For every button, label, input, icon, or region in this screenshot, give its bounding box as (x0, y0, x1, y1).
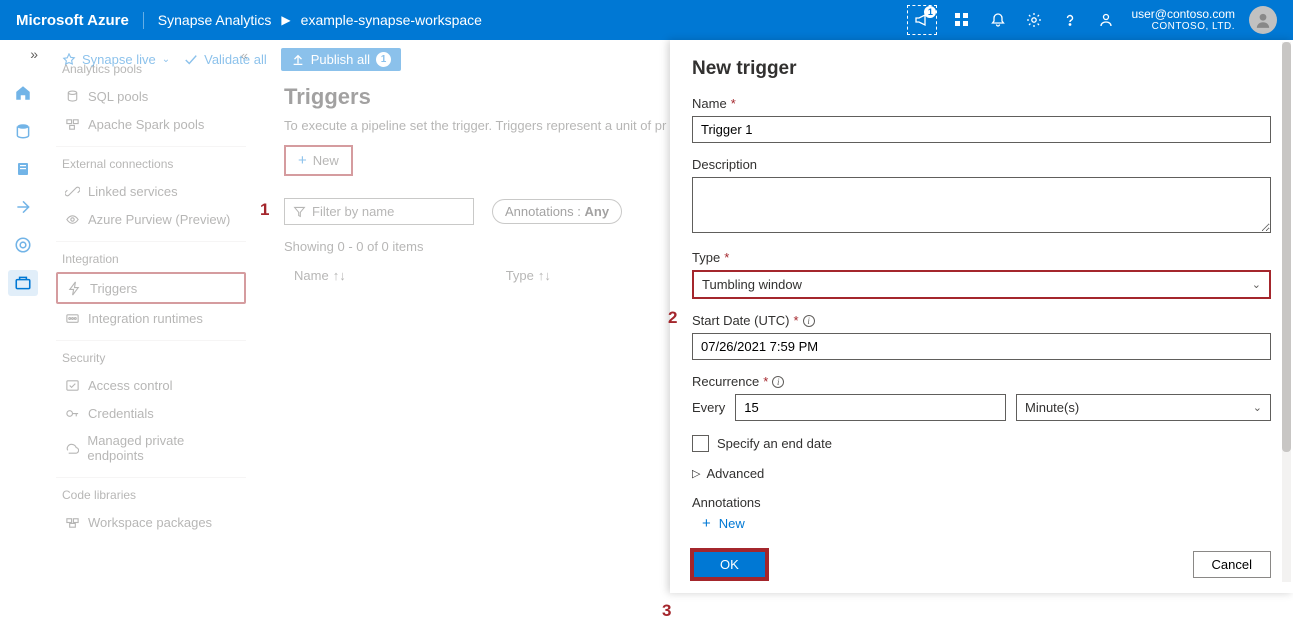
filter-icon (293, 205, 306, 218)
info-icon[interactable]: i (772, 376, 784, 388)
ok-button[interactable]: OK (692, 550, 767, 579)
new-trigger-panel: New trigger Name * Description Type * Tu… (670, 40, 1293, 593)
triggers-icon (66, 280, 82, 296)
col-type[interactable]: Type↑↓ (506, 268, 551, 283)
feedback-icon[interactable] (1095, 9, 1117, 31)
header-actions: 1 user@contoso.com CONTOSO, LTD. (907, 5, 1277, 35)
panel-title: New trigger (692, 58, 1271, 80)
panel-scrollbar[interactable] (1282, 42, 1291, 582)
nav-panel: « Analytics pools SQL pools Apache Spark… (46, 40, 256, 593)
top-header: Microsoft Azure Synapse Analytics ▶ exam… (0, 0, 1293, 40)
annotations-label: Annotations (692, 495, 761, 510)
nav-group-external: External connections (62, 157, 246, 171)
workspace-packages-icon (64, 514, 80, 530)
chevron-right-icon: ▷ (692, 467, 700, 480)
type-label: Type (692, 250, 720, 265)
end-date-checkbox-row[interactable]: Specify an end date (692, 435, 1271, 452)
chevron-down-icon: ⌄ (1253, 401, 1262, 414)
nav-purview[interactable]: Azure Purview (Preview) (56, 205, 246, 233)
rail-develop-icon[interactable] (8, 156, 38, 182)
workspace: 1 2 3 Synapse live ⌄ Validate all Publis… (0, 40, 1293, 593)
checkbox-icon[interactable] (692, 435, 709, 452)
credentials-icon (64, 405, 80, 421)
filter-by-name-input[interactable]: Filter by name (284, 198, 474, 225)
nav-linked-services[interactable]: Linked services (56, 177, 246, 205)
annotations-filter[interactable]: Annotations : Any (492, 199, 622, 224)
plus-icon: + (298, 152, 307, 169)
chevron-down-icon: ⌄ (1252, 278, 1261, 291)
nav-group-analytics: Analytics pools (62, 62, 246, 76)
nav-group-security: Security (62, 351, 246, 365)
linked-services-icon (64, 183, 80, 199)
callout-1: 1 (260, 200, 269, 220)
nav-group-integration: Integration (62, 252, 246, 266)
private-endpoints-icon (64, 440, 79, 456)
description-label: Description (692, 157, 757, 172)
sort-icon: ↑↓ (333, 268, 346, 283)
announce-button[interactable]: 1 (907, 5, 937, 35)
nav-group-code: Code libraries (62, 488, 246, 502)
callout-2: 2 (668, 308, 677, 328)
nav-triggers[interactable]: Triggers (56, 272, 246, 304)
breadcrumb: Synapse Analytics ▶ example-synapse-work… (158, 12, 482, 28)
plus-icon: + (702, 515, 711, 532)
rail-monitor-icon[interactable] (8, 232, 38, 258)
sort-icon: ↑↓ (538, 268, 551, 283)
help-icon[interactable] (1059, 9, 1081, 31)
every-input[interactable] (735, 394, 1006, 421)
bell-icon[interactable] (987, 9, 1009, 31)
rail-integrate-icon[interactable] (8, 194, 38, 220)
nav-workspace-packages[interactable]: Workspace packages (56, 508, 246, 536)
brand-title[interactable]: Microsoft Azure (16, 12, 144, 29)
crumb-workspace[interactable]: example-synapse-workspace (301, 12, 482, 28)
user-info[interactable]: user@contoso.com CONTOSO, LTD. (1131, 8, 1235, 32)
grid-icon[interactable] (951, 9, 973, 31)
name-label: Name (692, 96, 727, 111)
nav-spark-pools[interactable]: Apache Spark pools (56, 110, 246, 138)
user-org: CONTOSO, LTD. (1131, 21, 1235, 32)
every-label: Every (692, 400, 725, 415)
name-input[interactable] (692, 116, 1271, 143)
spark-pools-icon (64, 116, 80, 132)
rail-data-icon[interactable] (8, 118, 38, 144)
avatar[interactable] (1249, 6, 1277, 34)
info-icon[interactable]: i (803, 315, 815, 327)
notif-badge: 1 (924, 6, 936, 18)
callout-3: 3 (662, 601, 671, 621)
purview-icon (64, 211, 80, 227)
nav-private-endpoints[interactable]: Managed private endpoints (56, 427, 246, 469)
unit-select[interactable]: Minute(s) ⌄ (1016, 394, 1271, 421)
access-control-icon (64, 377, 80, 393)
user-email: user@contoso.com (1131, 8, 1235, 21)
rail-manage-icon[interactable] (8, 270, 38, 296)
rail-home-icon[interactable] (8, 80, 38, 106)
cancel-button[interactable]: Cancel (1193, 551, 1271, 578)
chevron-right-icon: ▶ (281, 13, 290, 27)
nav-credentials[interactable]: Credentials (56, 399, 246, 427)
col-name[interactable]: Name↑↓ (294, 268, 346, 283)
start-date-input[interactable] (692, 333, 1271, 360)
sql-pools-icon (64, 88, 80, 104)
start-date-label: Start Date (UTC) (692, 313, 790, 328)
integration-runtimes-icon (64, 310, 80, 326)
recurrence-label: Recurrence (692, 374, 759, 389)
nav-collapse-icon[interactable]: « (241, 48, 248, 63)
megaphone-icon: 1 (911, 9, 933, 31)
nav-access-control[interactable]: Access control (56, 371, 246, 399)
new-trigger-button[interactable]: + New (284, 145, 353, 176)
annotation-new-button[interactable]: + New (702, 515, 1271, 532)
nav-sql-pools[interactable]: SQL pools (56, 82, 246, 110)
end-date-label: Specify an end date (717, 436, 832, 451)
gear-icon[interactable] (1023, 9, 1045, 31)
rail-expand-icon[interactable]: » (30, 46, 46, 62)
type-select[interactable]: Tumbling window ⌄ (692, 270, 1271, 299)
advanced-toggle[interactable]: ▷ Advanced (692, 466, 1271, 481)
description-textarea[interactable] (692, 177, 1271, 233)
crumb-service[interactable]: Synapse Analytics (158, 12, 272, 28)
nav-integration-runtimes[interactable]: Integration runtimes (56, 304, 246, 332)
left-rail: » (0, 40, 46, 593)
